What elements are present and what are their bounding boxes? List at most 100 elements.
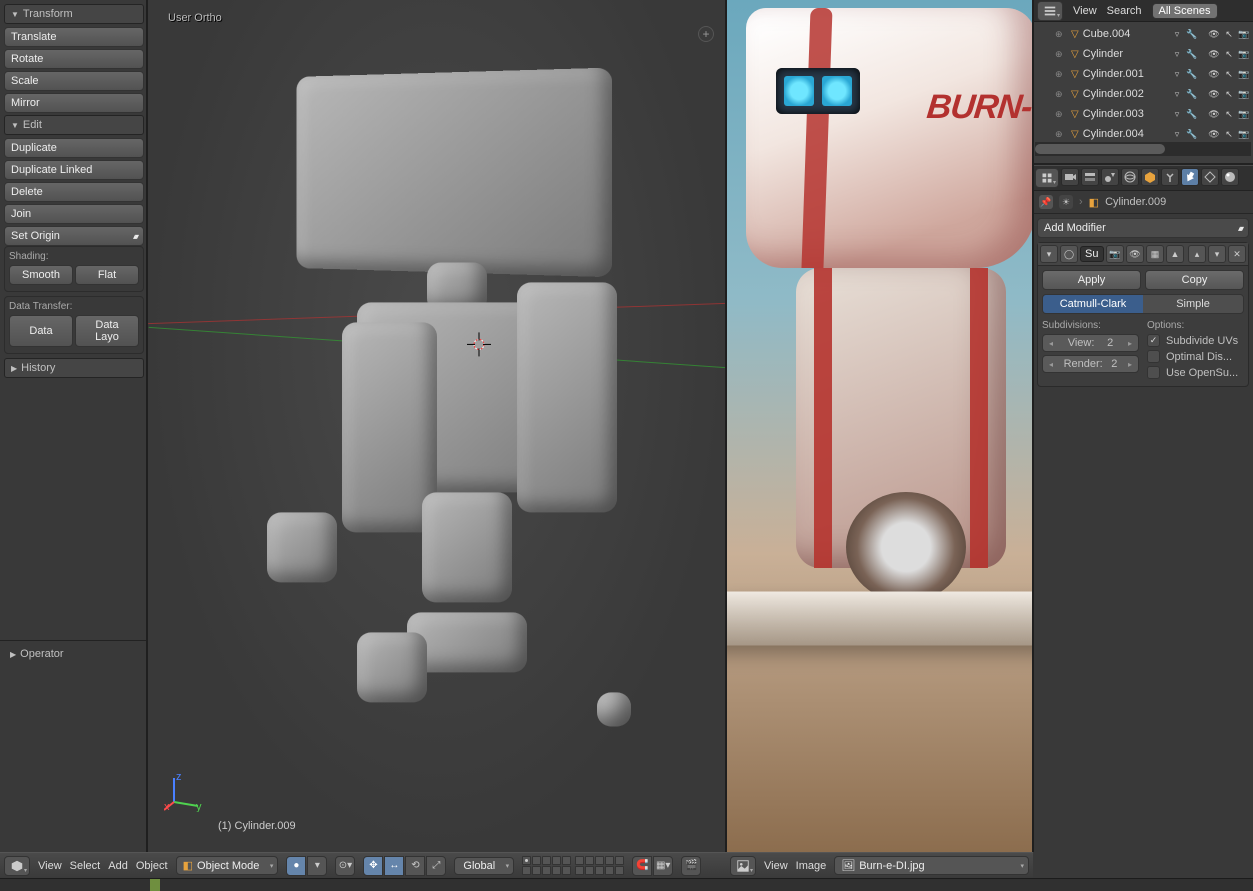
transform-panel-header[interactable]: ▼ Transform — [4, 4, 144, 24]
n-panel-toggle[interactable]: + — [698, 26, 714, 42]
layer-button[interactable] — [532, 856, 541, 865]
editor-type-selector[interactable]: ▾ — [1035, 168, 1059, 188]
expand-icon[interactable]: ⊕ — [1055, 49, 1067, 60]
visibility-toggle[interactable]: 👁 — [1207, 27, 1221, 41]
modifier-icon[interactable]: 🔧 — [1185, 127, 1199, 141]
tab-constraints[interactable] — [1161, 168, 1179, 186]
area-splitter[interactable] — [1032, 0, 1034, 852]
set-origin-dropdown[interactable]: Set Origin ▴▾ — [4, 226, 144, 246]
menu-select[interactable]: Select — [70, 860, 101, 872]
expand-icon[interactable]: ⊕ — [1055, 89, 1067, 100]
shade-flat-button[interactable]: Flat — [75, 265, 139, 285]
timeline-current-frame[interactable] — [150, 879, 160, 891]
add-modifier-dropdown[interactable]: Add Modifier ▴▾ — [1037, 218, 1249, 238]
layer-button[interactable] — [562, 856, 571, 865]
selectable-toggle[interactable]: ↖ — [1222, 67, 1236, 81]
manipulator-scale[interactable]: ⤢ — [426, 856, 446, 876]
modifier-icon[interactable]: 🔧 — [1185, 87, 1199, 101]
tab-scene[interactable] — [1101, 168, 1119, 186]
render-toggle[interactable]: 📷 — [1237, 27, 1251, 41]
snap-element[interactable]: ▦▾ — [653, 856, 673, 876]
selectable-toggle[interactable]: ↖ — [1222, 87, 1236, 101]
decrement-icon[interactable]: ◂ — [1047, 360, 1055, 369]
visibility-toggle[interactable]: 👁 — [1207, 107, 1221, 121]
layer-button[interactable] — [605, 866, 614, 875]
cage-toggle[interactable]: ▲ — [1166, 245, 1184, 263]
visibility-toggle[interactable]: 👁 — [1207, 87, 1221, 101]
outliner-tree[interactable]: ⊕ ▽ Cube.004 ▿ 🔧 👁 ↖ 📷 ⊕ ▽ Cylinder ▿ — [1033, 22, 1253, 142]
duplicate-button[interactable]: Duplicate — [4, 138, 144, 158]
tab-render[interactable] — [1061, 168, 1079, 186]
editor-type-selector[interactable]: ▾ — [1037, 1, 1063, 21]
interaction-mode-selector[interactable]: ◧ Object Mode ▾ — [176, 856, 279, 875]
modifier-icon[interactable]: 🔧 — [1185, 107, 1199, 121]
uv-image-editor[interactable]: + BURN- — [726, 0, 1033, 852]
visibility-toggle[interactable]: 👁 — [1207, 67, 1221, 81]
layer-button[interactable] — [575, 856, 584, 865]
outliner-item[interactable]: ⊕ ▽ Cube.004 ▿ 🔧 👁 ↖ 📷 — [1033, 24, 1253, 44]
editmode-toggle[interactable]: ▦ — [1146, 245, 1164, 263]
layer-button[interactable] — [522, 866, 531, 875]
timeline[interactable] — [0, 878, 1253, 891]
outliner-scrollbar[interactable] — [1035, 142, 1251, 156]
layer-button[interactable] — [585, 856, 594, 865]
visibility-toggle[interactable]: 👁 — [1207, 127, 1221, 141]
scale-button[interactable]: Scale — [4, 71, 144, 91]
mesh-data-icon[interactable]: ▿ — [1170, 27, 1184, 41]
menu-image[interactable]: Image — [796, 860, 827, 872]
outliner-item[interactable]: ⊕ ▽ Cylinder.004 ▿ 🔧 👁 ↖ 📷 — [1033, 124, 1253, 142]
subdivide-uvs-checkbox[interactable]: Subdivide UVs — [1147, 334, 1244, 347]
scrollbar-thumb[interactable] — [1035, 144, 1165, 154]
outliner-menu-view[interactable]: View — [1073, 5, 1097, 17]
layer-button[interactable] — [605, 856, 614, 865]
manipulator-toggle[interactable]: ✥ — [363, 856, 383, 876]
mesh-data-icon[interactable]: ▿ — [1170, 47, 1184, 61]
shading-solid[interactable]: ● — [286, 856, 306, 876]
manipulator-translate[interactable]: ↔ — [384, 856, 404, 876]
render-toggle[interactable]: 📷 — [1237, 107, 1251, 121]
selectable-toggle[interactable]: ↖ — [1222, 27, 1236, 41]
use-opensubdiv-checkbox[interactable]: Use OpenSu... — [1147, 366, 1244, 379]
tab-material[interactable] — [1221, 168, 1239, 186]
menu-add[interactable]: Add — [108, 860, 128, 872]
shade-smooth-button[interactable]: Smooth — [9, 265, 73, 285]
layer-button[interactable] — [552, 866, 561, 875]
edit-panel-header[interactable]: ▼ Edit — [4, 115, 144, 135]
outliner-menu-search[interactable]: Search — [1107, 5, 1142, 17]
delete-modifier-button[interactable]: ✕ — [1228, 245, 1246, 263]
apply-button[interactable]: Apply — [1042, 270, 1141, 290]
modifier-icon[interactable]: 🔧 — [1185, 67, 1199, 81]
area-splitter[interactable] — [146, 0, 148, 852]
join-button[interactable]: Join — [4, 204, 144, 224]
image-datablock-selector[interactable]: 🖼 Burn-e-DI.jpg ▾ — [834, 856, 1029, 875]
layer-button[interactable] — [595, 866, 604, 875]
data-button[interactable]: Data — [9, 315, 73, 347]
decrement-icon[interactable]: ◂ — [1047, 339, 1055, 348]
menu-object[interactable]: Object — [136, 860, 168, 872]
mesh-data-icon[interactable]: ▿ — [1170, 127, 1184, 141]
mesh-data-icon[interactable]: ▿ — [1170, 67, 1184, 81]
outliner-item[interactable]: ⊕ ▽ Cylinder.002 ▿ 🔧 👁 ↖ 📷 — [1033, 84, 1253, 104]
snap-toggle[interactable]: 🧲 — [632, 856, 652, 876]
move-up-button[interactable]: ▴ — [1188, 245, 1206, 263]
mesh-data-icon[interactable]: ▿ — [1170, 107, 1184, 121]
menu-view[interactable]: View — [764, 860, 788, 872]
tab-data[interactable] — [1201, 168, 1219, 186]
tab-modifiers[interactable] — [1181, 168, 1199, 186]
move-down-button[interactable]: ▾ — [1208, 245, 1226, 263]
mesh-data-icon[interactable]: ▿ — [1170, 87, 1184, 101]
rotate-button[interactable]: Rotate — [4, 49, 144, 69]
layer-button[interactable] — [585, 866, 594, 875]
layer-button[interactable] — [542, 866, 551, 875]
viewport-3d[interactable]: User Ortho + z y x (1) Cylinder.009 — [148, 0, 726, 852]
type-simple[interactable]: Simple — [1143, 295, 1243, 313]
tab-render-layers[interactable] — [1081, 168, 1099, 186]
optimal-display-checkbox[interactable]: Optimal Dis... — [1147, 350, 1244, 363]
layer-button[interactable] — [562, 866, 571, 875]
type-catmull-clark[interactable]: Catmull-Clark — [1043, 295, 1143, 313]
render-toggle[interactable]: 📷 — [1237, 47, 1251, 61]
selectable-toggle[interactable]: ↖ — [1222, 107, 1236, 121]
history-panel-header[interactable]: ▶ History — [4, 358, 144, 378]
layer-button[interactable] — [552, 856, 561, 865]
pivot-selector[interactable]: ⊙▾ — [335, 856, 355, 876]
